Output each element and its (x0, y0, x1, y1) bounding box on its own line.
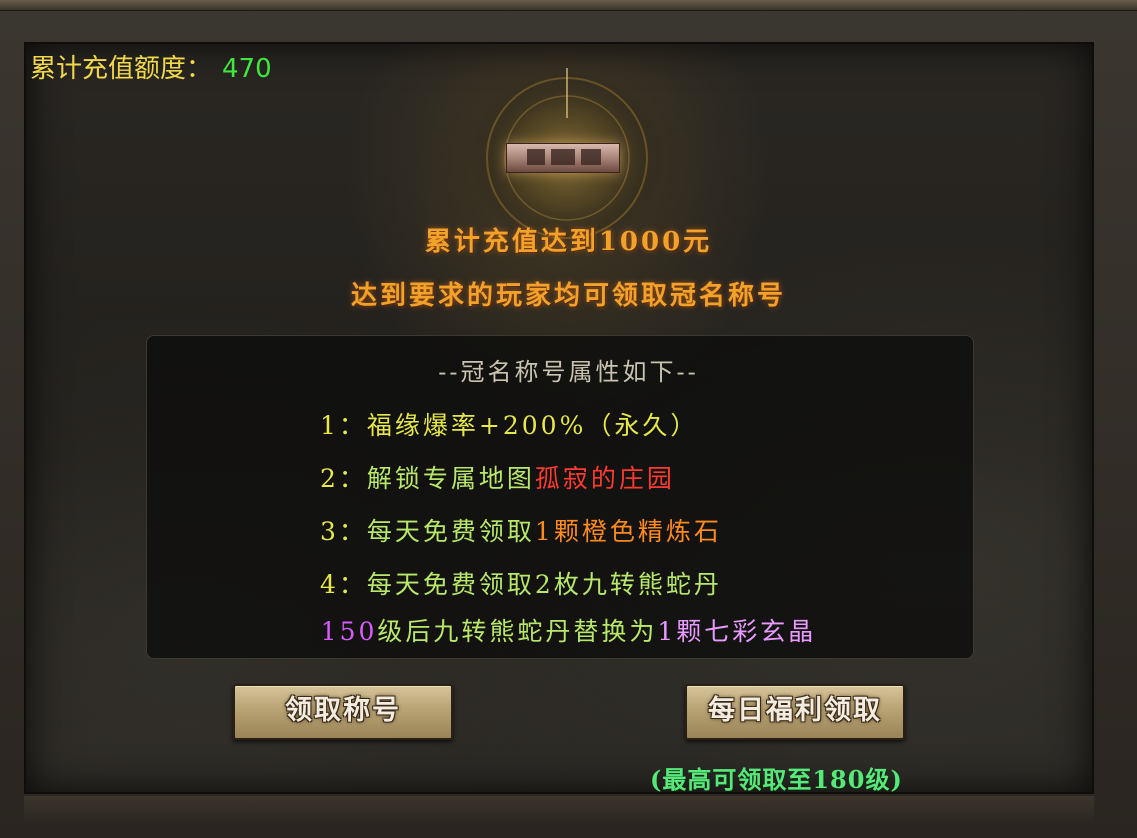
attribute-number: 1： (320, 411, 367, 440)
recharge-total-label: 累计充值额度： (30, 54, 213, 84)
attribute-text: 每天免费领取2枚九转熊蛇丹 (366, 570, 722, 599)
daily-item-name: 1颗橙色精炼石 (534, 517, 722, 546)
recharge-total-value: 470 (222, 54, 272, 84)
attribute-text: 解锁专属地图 (366, 464, 535, 493)
exclusive-map-name: 孤寂的庄园 (534, 464, 675, 493)
attribute-item-5: 150级后九转熊蛇丹替换为1颗七彩玄晶 (0, 612, 1137, 648)
attribute-number: 2： (320, 464, 367, 493)
replacement-text: 级后九转熊蛇丹替换为 (377, 617, 658, 646)
max-level-note: (最高可领取至180级) (650, 765, 903, 794)
claim-title-button[interactable]: 领取称号 (233, 684, 453, 740)
attribute-number: 4： (320, 570, 367, 599)
window-frame: 累计充值额度： 470 累计充值达到1000元 达到要求的玩家均可领取冠名称号 -… (0, 0, 1137, 838)
title-badge-icon (506, 143, 620, 173)
frame-top-border (0, 0, 1137, 11)
level-number: 150 (320, 617, 378, 646)
attribute-item-2: 2：解锁专属地图孤寂的庄园 (320, 459, 675, 495)
attribute-number: 3： (320, 517, 367, 546)
attribute-item-1: 1：福缘爆率+200%（永久） (320, 406, 698, 442)
requirement-headline: 累计充值达到1000元 (424, 227, 713, 257)
daily-benefit-claim-button[interactable]: 每日福利领取 (685, 684, 905, 740)
attribute-item-3: 3：每天免费领取1颗橙色精炼石 (320, 512, 722, 548)
frame-bottom-border (24, 796, 1094, 826)
replacement-item-name: 1颗七彩玄晶 (657, 617, 817, 646)
recharge-total: 累计充值额度： 470 (30, 52, 272, 86)
requirement-subline: 达到要求的玩家均可领取冠名称号 (350, 281, 786, 311)
attribute-item-4: 4：每天免费领取2枚九转熊蛇丹 (320, 565, 722, 601)
attribute-text: 福缘爆率+200%（永久） (366, 411, 699, 440)
attributes-title: --冠名称号属性如下-- (438, 358, 699, 386)
attribute-text: 每天免费领取 (366, 517, 535, 546)
